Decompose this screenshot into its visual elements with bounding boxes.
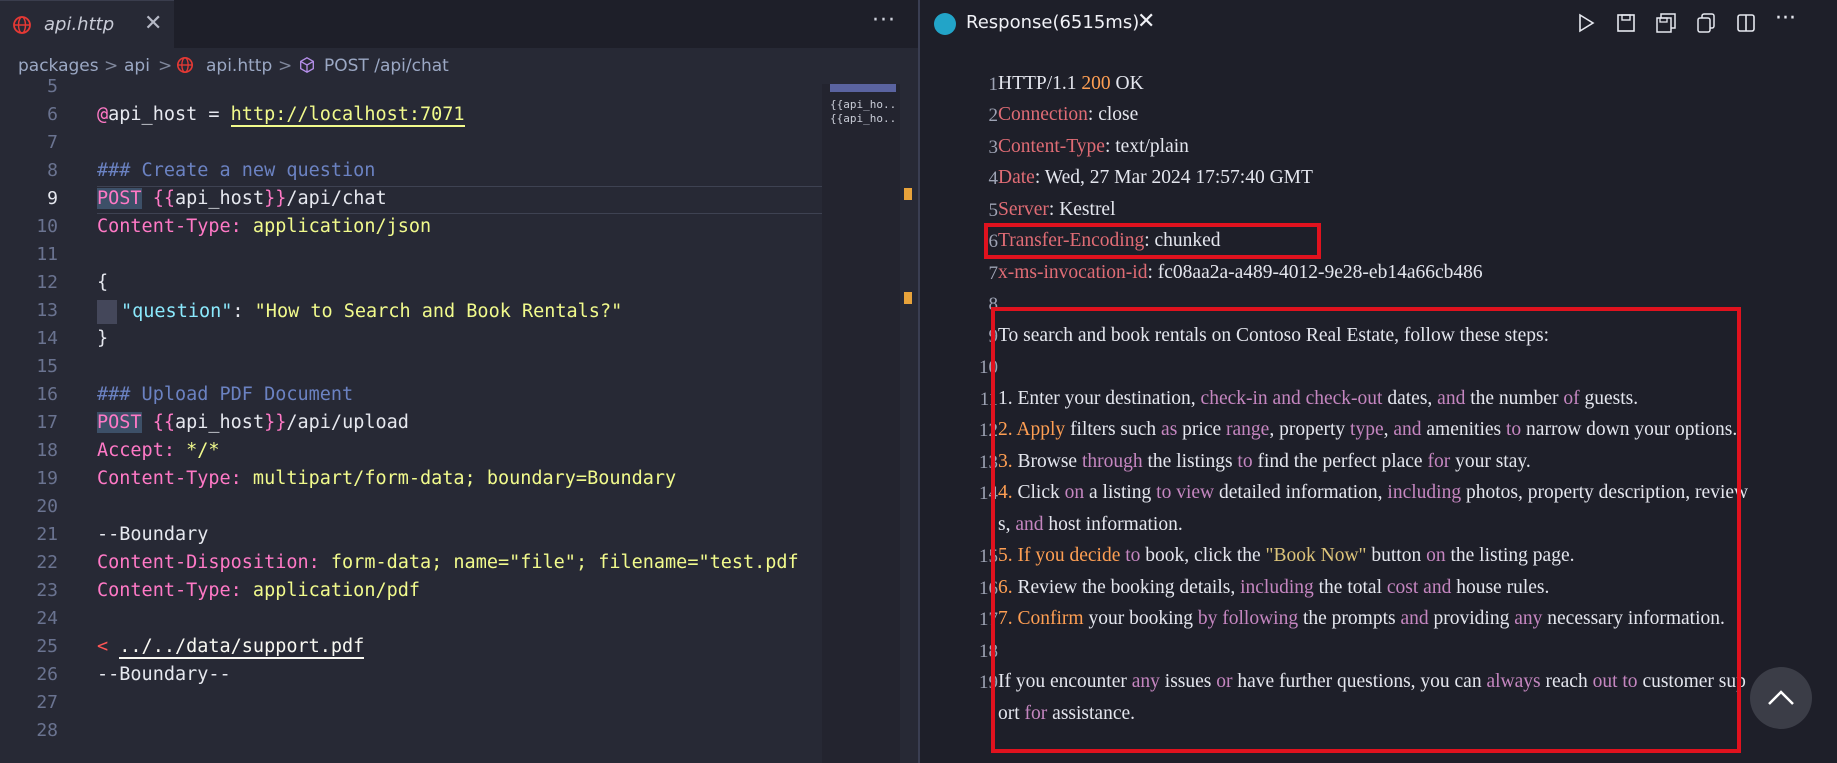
cube-icon [298,56,316,79]
line-number: 21 [36,524,58,545]
line-number: 28 [36,720,58,741]
highlight-box-transfer-encoding [984,223,1321,259]
tab-response[interactable]: Response(6515ms) ✕ [920,0,1165,48]
line-number: 24 [36,608,58,629]
line-number: 22 [36,552,58,573]
left-tab-bar: api.http ✕ ··· [0,0,918,48]
code-line: } [97,328,109,349]
breadcrumb-packages[interactable]: packages [18,56,99,76]
code-line: POST {{api_host}}/api/chat [97,188,387,209]
minimap-highlight [830,84,896,92]
chevron-up-icon [1768,690,1794,705]
line-number: 17 [36,412,58,433]
code-line: Content-Type: application/json [97,216,432,237]
breadcrumb-symbol[interactable]: POST /api/chat [324,56,449,76]
status-line: HTTP/1.1 200 OK [998,73,1144,94]
line-number: 5 [988,200,999,221]
line-number: 16 [36,384,58,405]
globe-icon [12,15,32,39]
code-line: --Boundary-- [97,664,231,685]
line-number: 8 [47,160,58,181]
code-line: "question": "How to Search and Book Rent… [97,300,622,324]
code-editor[interactable]: @api_host = http://localhost:7071 ### Cr… [97,84,822,763]
rest-client-icon [934,13,956,35]
close-tab-icon[interactable]: ✕ [144,11,162,36]
response-header: Content-Type: text/plain [998,136,1189,157]
response-pane: Response(6515ms) ✕ ··· 1 2 3 4 5 6 7 8 9… [920,0,1837,763]
file-path-link[interactable]: ../../data/support.pdf [119,636,365,659]
code-line: ### Upload PDF Document [97,384,354,405]
vertical-scrollbar[interactable] [900,84,918,763]
tab-api-http[interactable]: api.http ✕ [0,0,174,48]
request-editor-pane: api.http ✕ ··· packages > api > api.http… [0,0,918,763]
response-header: Date: Wed, 27 Mar 2024 17:57:40 GMT [998,167,1313,188]
chevron-right-icon: > [104,56,119,76]
more-actions-icon[interactable]: ··· [872,8,896,33]
code-line: < ../../data/support.pdf [97,636,365,659]
more-icon[interactable]: ··· [1775,6,1805,31]
code-line: Content-Type: application/pdf [97,580,421,601]
line-number: 19 [36,468,58,489]
scroll-marker [904,188,912,200]
code-line: Accept: */* [97,440,220,461]
line-number: 27 [36,692,58,713]
url-link[interactable]: http://localhost:7071 [230,104,465,127]
minimap-line: {{api_ho...i/ [830,112,898,125]
minimap[interactable]: {{api_ho...ap {{api_ho...i/ [822,84,900,763]
code-line: Content-Disposition: form-data; name="fi… [97,552,799,573]
line-number: 26 [36,664,58,685]
response-tab-title: Response(6515ms) [966,12,1140,33]
minimap-line: {{api_ho...ap [830,98,898,111]
line-number: 12 [36,272,58,293]
breadcrumb-api[interactable]: api [124,56,150,76]
highlight-box-response-body [991,307,1741,753]
response-header: Server: Kestrel [998,199,1116,220]
right-tab-bar: Response(6515ms) ✕ ··· [920,0,1837,48]
line-number: 7 [47,132,58,153]
line-number: 3 [988,137,999,158]
line-number: 18 [36,440,58,461]
scroll-marker [904,292,912,304]
chevron-right-icon: > [158,56,173,76]
line-number: 5 [47,76,58,97]
line-number: 15 [36,356,58,377]
code-line: Content-Type: multipart/form-data; bound… [97,468,677,489]
tab-filename: api.http [44,14,115,35]
breadcrumb: packages > api > api.http > POST /api/ch… [0,48,918,84]
line-number: 23 [36,580,58,601]
close-tab-icon[interactable]: ✕ [1137,9,1155,34]
scroll-to-top-button[interactable] [1750,667,1812,729]
code-line: ### Create a new question [97,160,376,181]
split-editor-icon[interactable] [1735,12,1759,36]
save-all-icon[interactable] [1655,12,1679,36]
chevron-right-icon: > [278,56,293,76]
line-number: 13 [36,300,58,321]
line-number: 7 [988,263,999,284]
code-line: { [97,272,109,293]
line-number: 20 [36,496,58,517]
code-line: --Boundary [97,524,209,545]
line-number: 25 [36,636,58,657]
line-number-active: 9 [47,188,58,209]
response-header: Connection: close [998,104,1139,125]
line-number: 1 [988,74,999,95]
line-number: 11 [36,244,58,265]
save-icon[interactable] [1615,12,1639,36]
play-icon[interactable] [1575,12,1599,36]
response-header: x-ms-invocation-id: fc08aa2a-a489-4012-9… [998,262,1483,283]
line-number: 4 [988,168,999,189]
globe-icon [176,56,194,79]
code-line: @api_host = http://localhost:7071 [97,104,465,127]
breadcrumb-file[interactable]: api.http [206,56,272,76]
code-line: POST {{api_host}}/api/upload [97,412,409,433]
line-number: 2 [988,105,999,126]
copy-icon[interactable] [1695,12,1719,36]
line-number: 14 [36,328,58,349]
line-number: 10 [36,216,58,237]
line-number: 6 [47,104,58,125]
